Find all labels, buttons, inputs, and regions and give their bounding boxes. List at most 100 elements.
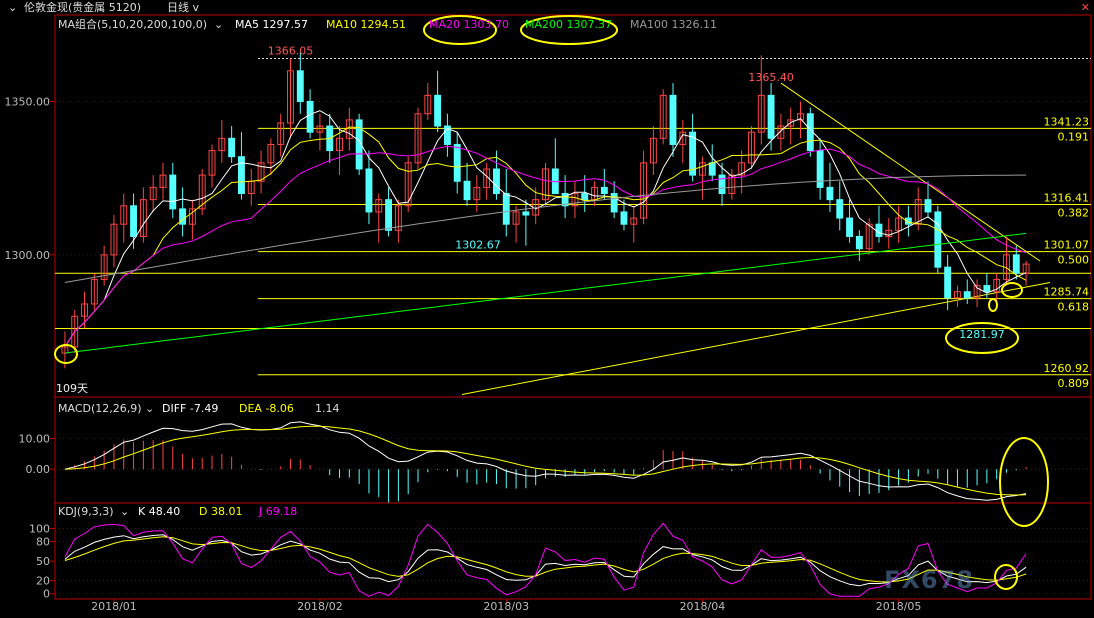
candle-down [875, 223, 883, 237]
candle-down [130, 205, 138, 237]
kdj-d-value: D 38.01 [199, 505, 243, 518]
candle-down [963, 291, 971, 299]
candle-down [502, 193, 510, 225]
kdj-y-tick-label: 20 [36, 575, 50, 588]
candle-down [1012, 254, 1020, 274]
candle-down [238, 156, 245, 195]
fib-price-label: 1301.07 [1044, 239, 1090, 252]
ma-legend-arrow-icon: ⌄ [214, 18, 224, 31]
low-1-label: 1302.67 [455, 239, 501, 252]
period-selector[interactable]: 日线 v [167, 0, 199, 16]
candle-down [855, 235, 863, 250]
macd-cross-highlight [999, 437, 1049, 527]
fib-price-label: 1316.41 [1044, 192, 1090, 205]
period-label: 日线 [167, 1, 189, 14]
candle-down [718, 174, 726, 195]
candle-down [767, 94, 775, 139]
candle-down [944, 266, 952, 299]
price-y-tick-label: 1300.00 [5, 249, 51, 262]
macd-legend-arrow-icon: ⌄ [145, 402, 155, 415]
macd-y-tick-label: 0.00 [26, 463, 51, 476]
title-bar: ⌄ 伦敦金现(贵金属 5120) 日线 v ✕ [0, 0, 1094, 16]
x-tick-label: 2018/02 [297, 600, 343, 613]
candle-down [846, 217, 853, 237]
kdj-y-tick-label: 0 [43, 588, 50, 601]
high-2-label: 1365.40 [748, 71, 794, 84]
candle-down [610, 193, 618, 213]
kdj-k-line [64, 534, 1027, 587]
kdj-cross-highlight [994, 564, 1018, 590]
kdj-k-value: K 48.40 [138, 505, 181, 518]
kdj-legend-arrow-icon: ⌄ [120, 505, 130, 518]
high-1-label: 1366.05 [268, 45, 314, 58]
ma10-value: MA10 1294.51 [326, 18, 406, 31]
candle-down [826, 186, 834, 201]
candle-down [816, 150, 824, 188]
fib-price-label: 1341.23 [1044, 115, 1090, 128]
ma200-value: MA200 1307.37 [525, 18, 612, 31]
candle-down [983, 285, 991, 293]
watermark-logo: FX678 [884, 566, 974, 594]
candle-down [493, 168, 500, 195]
candle-down [522, 211, 530, 216]
x-tick-label: 2018/01 [91, 600, 137, 613]
ma100-value: MA100 1326.11 [630, 18, 717, 31]
low-candle-highlight [988, 298, 998, 312]
candle-down [600, 186, 608, 195]
low-2-label: 1281.97 [959, 328, 1005, 341]
fib-ratio-label: 0.382 [1058, 207, 1090, 220]
period-mark-label: 109天 [56, 382, 88, 395]
candle-down [934, 211, 942, 268]
instrument-title: 伦敦金现(贵金属 5120) [24, 1, 142, 14]
candle-down [708, 162, 716, 176]
kdj-j-line [64, 522, 1027, 597]
fib-ratio-label: 0.191 [1058, 130, 1090, 143]
macd-hist-value: 1.14 [315, 402, 340, 415]
candle-down [620, 211, 628, 225]
price-y-tick-label: 1350.00 [5, 95, 51, 108]
ma20-value: MA20 1303.70 [429, 18, 509, 31]
ma-legend-label[interactable]: MA组合(5,10,20,200,100,0) [58, 17, 207, 33]
x-tick-label: 2018/05 [876, 600, 922, 613]
candle-down [365, 168, 373, 213]
kdj-legend-label[interactable]: KDJ(9,3,3) [58, 504, 114, 520]
ma5-value: MA5 1297.57 [235, 18, 308, 31]
candle-down [296, 70, 304, 102]
watermark-text: FX678 [884, 566, 974, 594]
close-icon[interactable]: ✕ [1081, 0, 1090, 16]
fib-ratio-label: 0.500 [1058, 254, 1090, 267]
kdj-y-tick-label: 100 [29, 523, 50, 536]
x-tick-label: 2018/03 [483, 600, 529, 613]
candle-down [669, 94, 677, 145]
candle-down [581, 193, 589, 201]
candle-down [228, 137, 236, 158]
x-tick-label: 2018/04 [680, 600, 726, 613]
macd-dea-value: DEA -8.06 [239, 402, 294, 415]
chart-stage: 1341.23 0.191 1316.41 0.382 1301.07 0.500 1285… [5, 14, 1092, 613]
kdj-legend: KDJ(9,3,3) ⌄ K 48.40 D 38.01 J 69.18 [58, 504, 458, 520]
kdj-y-tick-label: 50 [36, 555, 50, 568]
macd-y-tick-label: 10.00 [19, 432, 51, 445]
candle-down [836, 199, 844, 219]
candle-down [924, 199, 932, 213]
fib-price-label: 1285.74 [1044, 286, 1090, 299]
kdj-d-line [64, 536, 1027, 583]
macd-diff-value: DIFF -7.49 [162, 402, 219, 415]
candle-down [306, 100, 314, 133]
candle-down [453, 143, 461, 182]
start-highlight [54, 344, 78, 364]
period-arrow-icon: v [192, 1, 200, 14]
candle-down [169, 174, 177, 210]
candle-down [463, 180, 471, 201]
macd-legend: MACD(12,26,9) ⌄ DIFF -7.49 DEA -8.06 1.1… [58, 401, 458, 417]
macd-legend-label[interactable]: MACD(12,26,9) [58, 401, 142, 417]
candle-down [434, 94, 442, 127]
chevron-down-icon[interactable]: ⌄ [8, 0, 17, 16]
kdj-y-tick-label: 80 [36, 536, 50, 549]
fib-ratio-label: 0.618 [1058, 301, 1090, 314]
ma-legend: MA组合(5,10,20,200,100,0) ⌄ MA5 1297.57 MA… [58, 17, 758, 33]
fib-price-label: 1260.92 [1044, 362, 1090, 375]
kdj-j-value: J 69.18 [259, 505, 298, 518]
macd-dea-line [64, 425, 1027, 496]
fib-ratio-label: 0.809 [1058, 377, 1090, 390]
